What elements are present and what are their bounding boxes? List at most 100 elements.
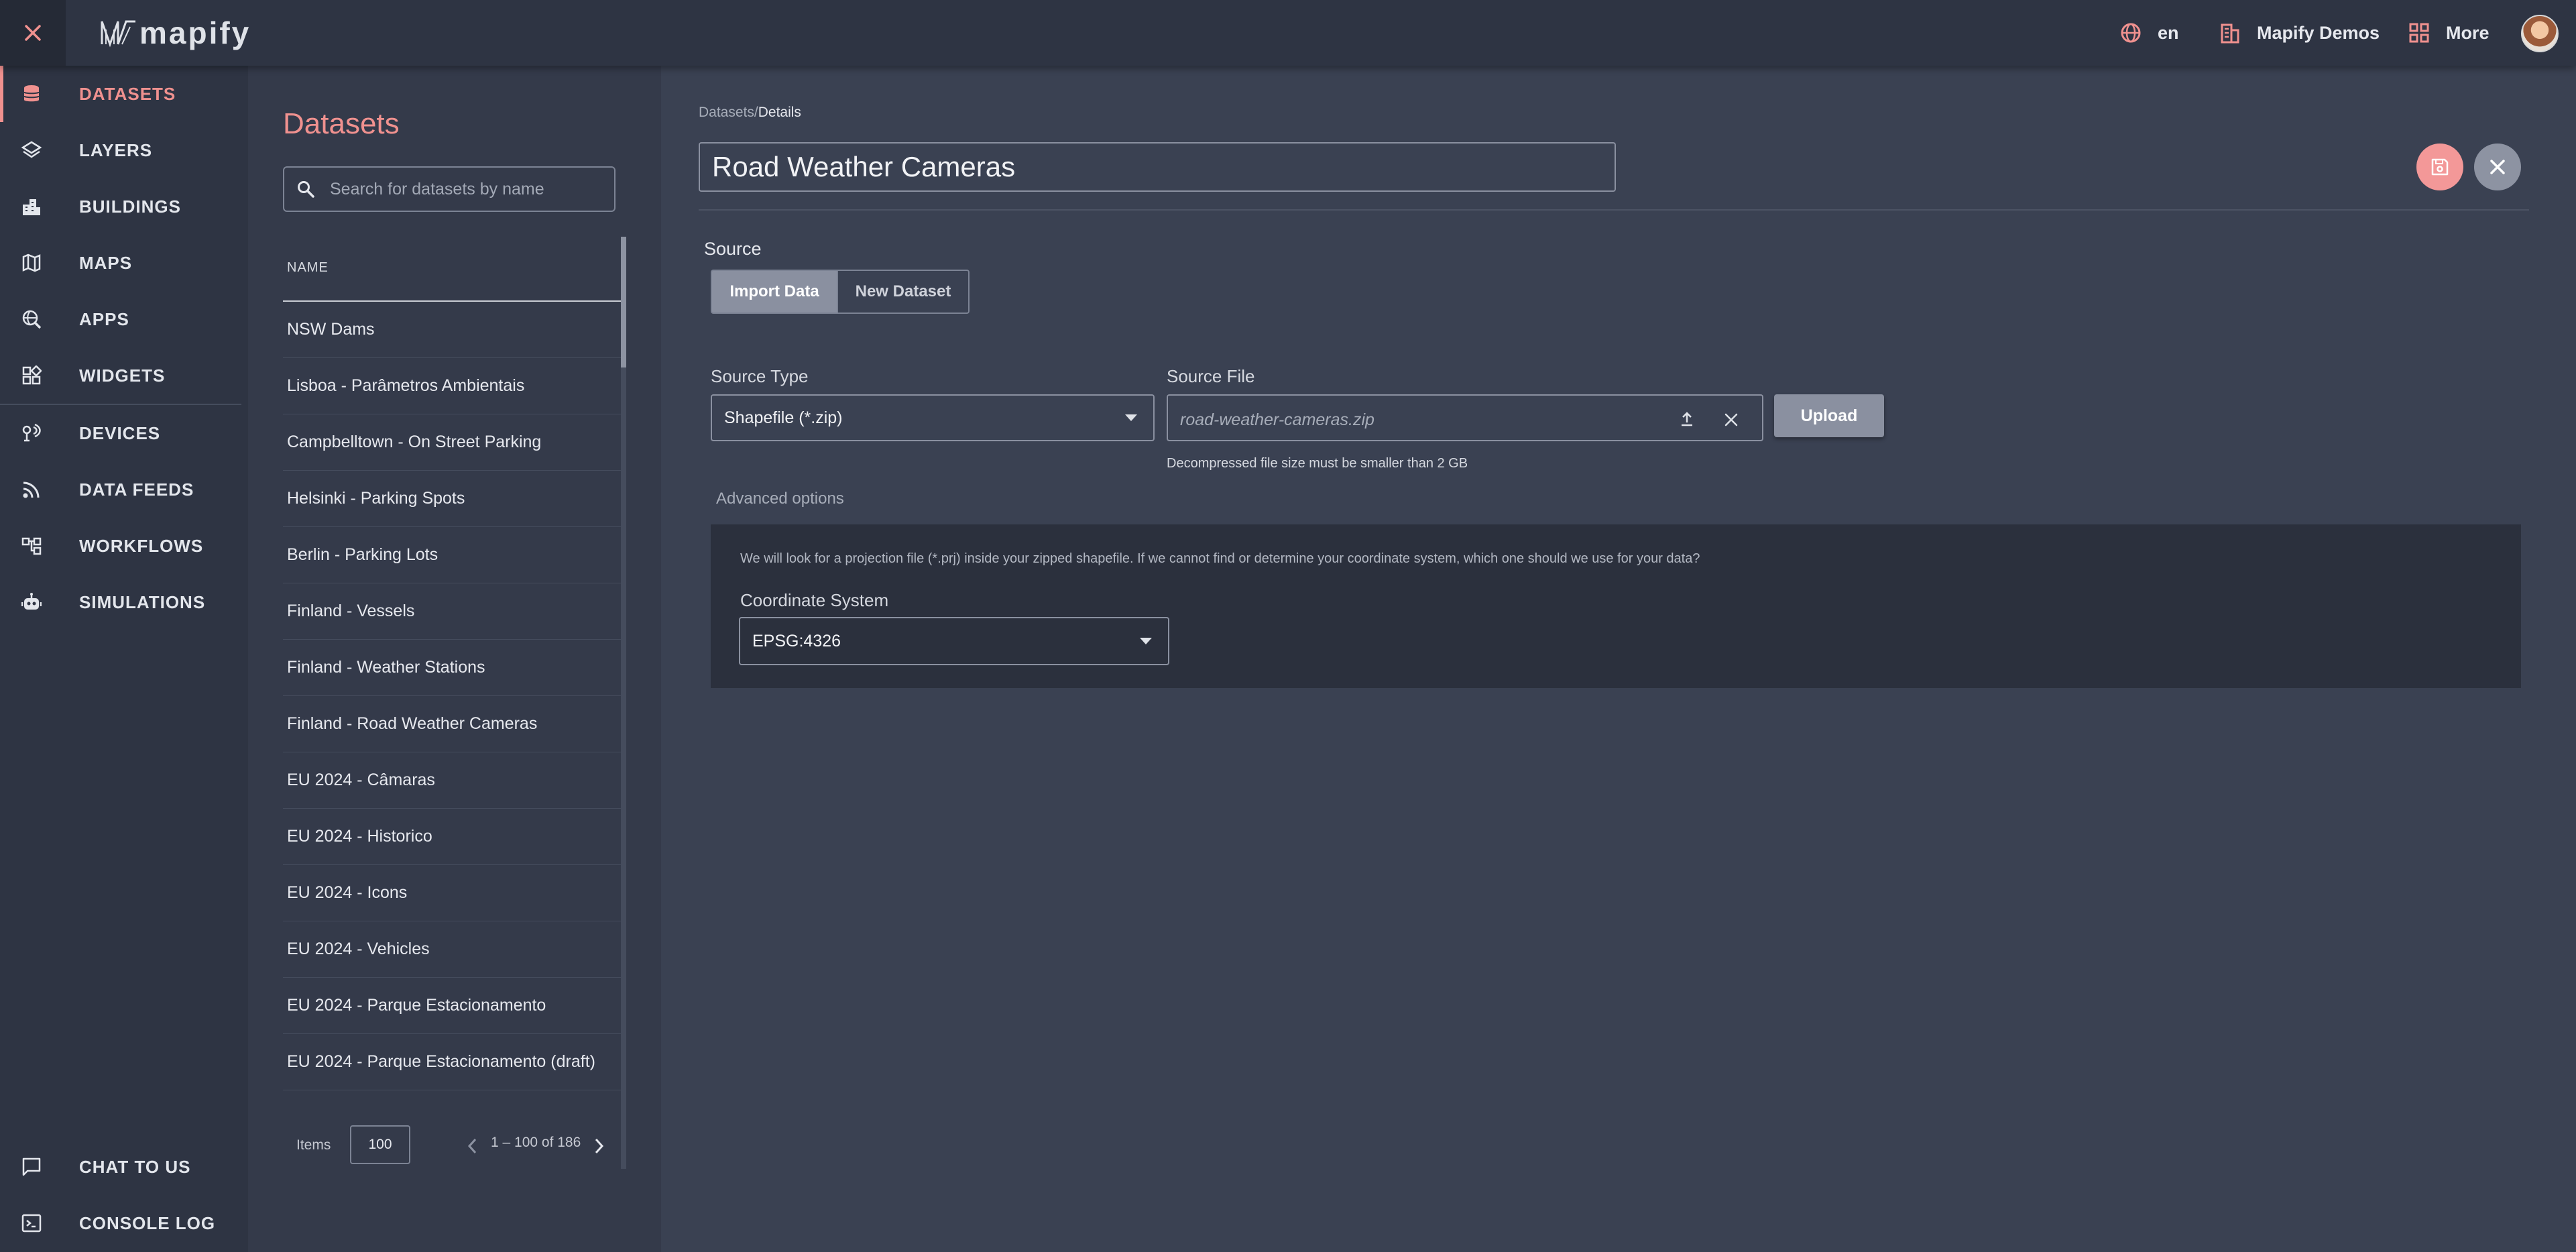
chat-icon	[22, 1157, 41, 1176]
coordinate-system-select[interactable]: EPSG:4326	[739, 617, 1169, 665]
breadcrumb-datasets-link[interactable]: Datasets	[699, 105, 754, 120]
building-icon	[2221, 23, 2239, 44]
dataset-name-input[interactable]: Road Weather Cameras	[699, 142, 1616, 192]
source-file-value: road-weather-cameras.zip	[1180, 410, 1374, 429]
sidebar-item-data-feeds[interactable]: DATA FEEDS	[0, 461, 241, 518]
source-file-field[interactable]: road-weather-cameras.zip	[1167, 394, 1763, 441]
terminal-icon	[21, 1214, 42, 1233]
sidebar: DATASETS LAYERS BUILDINGS MAPS APPS WIDG…	[0, 66, 248, 1252]
advanced-options-toggle[interactable]: Advanced options	[716, 490, 844, 508]
list-item[interactable]: Finland - Vessels	[283, 583, 626, 640]
widgets-icon	[22, 365, 42, 385]
sidebar-item-label: SIMULATIONS	[79, 591, 206, 612]
mapify-logo-icon	[101, 20, 135, 48]
rss-feed-icon	[23, 481, 40, 498]
user-avatar[interactable]	[2521, 15, 2559, 52]
search-icon	[298, 181, 314, 198]
source-label: Source	[704, 239, 762, 259]
close-menu-button[interactable]	[0, 0, 66, 66]
dataset-details: Datasets/Details Road Weather Cameras So…	[661, 66, 2576, 1252]
source-type-value: Shapefile (*.zip)	[724, 408, 843, 427]
advanced-description: We will look for a projection file (*.pr…	[740, 551, 1700, 566]
list-item[interactable]: EU 2024 - Parque Estacionamento	[283, 978, 626, 1034]
close-button[interactable]	[2474, 144, 2521, 190]
map-icon	[22, 253, 41, 272]
next-page-icon[interactable]	[593, 1137, 605, 1155]
search-input[interactable]	[330, 179, 598, 199]
sidebar-item-label: CONSOLE LOG	[79, 1212, 216, 1233]
sidebar-item-label: WIDGETS	[79, 365, 166, 386]
list-item[interactable]: EU 2024 - Icons	[283, 865, 626, 921]
new-dataset-tab[interactable]: New Dataset	[837, 270, 970, 314]
panel-title: Datasets	[283, 107, 400, 140]
list-item[interactable]: Helsinki - Parking Spots	[283, 471, 626, 527]
sidebar-item-chat-to-us[interactable]: CHAT TO US	[0, 1139, 241, 1195]
list-item[interactable]: Lisboa - Parâmetros Ambientais	[283, 358, 626, 414]
save-button[interactable]	[2416, 144, 2463, 190]
sidebar-item-datasets[interactable]: DATASETS	[0, 66, 241, 122]
sidebar-item-apps[interactable]: APPS	[0, 291, 241, 347]
list-item[interactable]: EU 2024 - Câmaras	[283, 752, 626, 809]
close-icon	[25, 25, 41, 41]
import-data-tab[interactable]: Import Data	[711, 270, 838, 314]
database-icon	[23, 85, 40, 102]
mapify-logo: mapify	[101, 15, 251, 51]
sidebar-item-workflows[interactable]: WORKFLOWS	[0, 518, 241, 574]
chevron-down-icon	[1140, 638, 1152, 644]
sidebar-item-widgets[interactable]: WIDGETS	[0, 347, 241, 404]
brand-name: mapify	[139, 15, 251, 50]
advanced-options-panel: We will look for a projection file (*.pr…	[711, 524, 2521, 688]
organization-selector[interactable]: Mapify Demos	[2219, 0, 2380, 66]
more-menu[interactable]: More	[2408, 0, 2490, 66]
language-selector[interactable]: en	[2120, 0, 2179, 66]
coordinate-system-label: Coordinate System	[740, 590, 889, 610]
list-item[interactable]: NSW Dams	[283, 302, 626, 358]
list-item[interactable]: EU 2024 - Historico	[283, 809, 626, 865]
workflow-icon	[21, 537, 42, 555]
more-label: More	[2446, 22, 2490, 43]
sidebar-item-maps[interactable]: MAPS	[0, 235, 241, 291]
sidebar-item-label: APPS	[79, 308, 129, 329]
sidebar-item-label: WORKFLOWS	[79, 535, 204, 556]
list-item[interactable]: EU 2024 - Vehicles	[283, 921, 626, 978]
sidebar-item-simulations[interactable]: SIMULATIONS	[0, 574, 241, 630]
scrollbar-thumb[interactable]	[621, 237, 626, 367]
items-per-page-label: Items	[296, 1137, 331, 1153]
items-per-page-select[interactable]: 100	[350, 1125, 410, 1164]
sidebar-item-devices[interactable]: DEVICES	[0, 405, 241, 461]
list-item[interactable]: Finland - Road Weather Cameras	[283, 696, 626, 752]
sidebar-item-label: DATA FEEDS	[79, 479, 194, 500]
clear-file-icon[interactable]	[1723, 412, 1739, 428]
list-item[interactable]: Campbelltown - On Street Parking	[283, 414, 626, 471]
list-item[interactable]: Berlin - Parking Lots	[283, 527, 626, 583]
source-file-label: Source File	[1167, 366, 1255, 386]
list-item[interactable]: Finland - Weather Stations	[283, 640, 626, 696]
search-box	[283, 166, 616, 212]
sidebar-item-label: MAPS	[79, 252, 133, 273]
sidebar-item-label: DATASETS	[79, 83, 176, 104]
globe-icon	[2121, 23, 2141, 43]
source-type-select[interactable]: Shapefile (*.zip)	[711, 394, 1155, 441]
sidebar-item-layers[interactable]: LAYERS	[0, 122, 241, 178]
devices-icon	[22, 423, 41, 442]
coordinate-system-value: EPSG:4326	[752, 631, 841, 650]
robot-icon	[21, 593, 42, 610]
buildings-icon	[23, 199, 40, 215]
column-header-name[interactable]: NAME	[287, 260, 329, 276]
list-scrollbar[interactable]	[621, 237, 626, 1169]
close-icon	[2490, 160, 2505, 174]
chevron-down-icon	[1125, 414, 1137, 421]
sidebar-item-label: CHAT TO US	[79, 1156, 191, 1177]
sidebar-item-buildings[interactable]: BUILDINGS	[0, 178, 241, 235]
breadcrumb-current: Details	[758, 105, 801, 120]
header-divider	[699, 209, 2529, 211]
list-item[interactable]: EU 2024 - Parque Estacionamento (draft)	[283, 1034, 626, 1090]
upload-button[interactable]: Upload	[1774, 394, 1884, 437]
layers-icon	[21, 141, 42, 158]
dataset-list: NSW Dams Lisboa - Parâmetros Ambientais …	[283, 302, 626, 1090]
upload-file-icon[interactable]	[1679, 410, 1695, 428]
sidebar-item-label: DEVICES	[79, 422, 161, 443]
sidebar-item-label: LAYERS	[79, 139, 153, 160]
previous-page-icon[interactable]	[467, 1137, 479, 1155]
sidebar-item-console-log[interactable]: CONSOLE LOG	[0, 1195, 241, 1251]
